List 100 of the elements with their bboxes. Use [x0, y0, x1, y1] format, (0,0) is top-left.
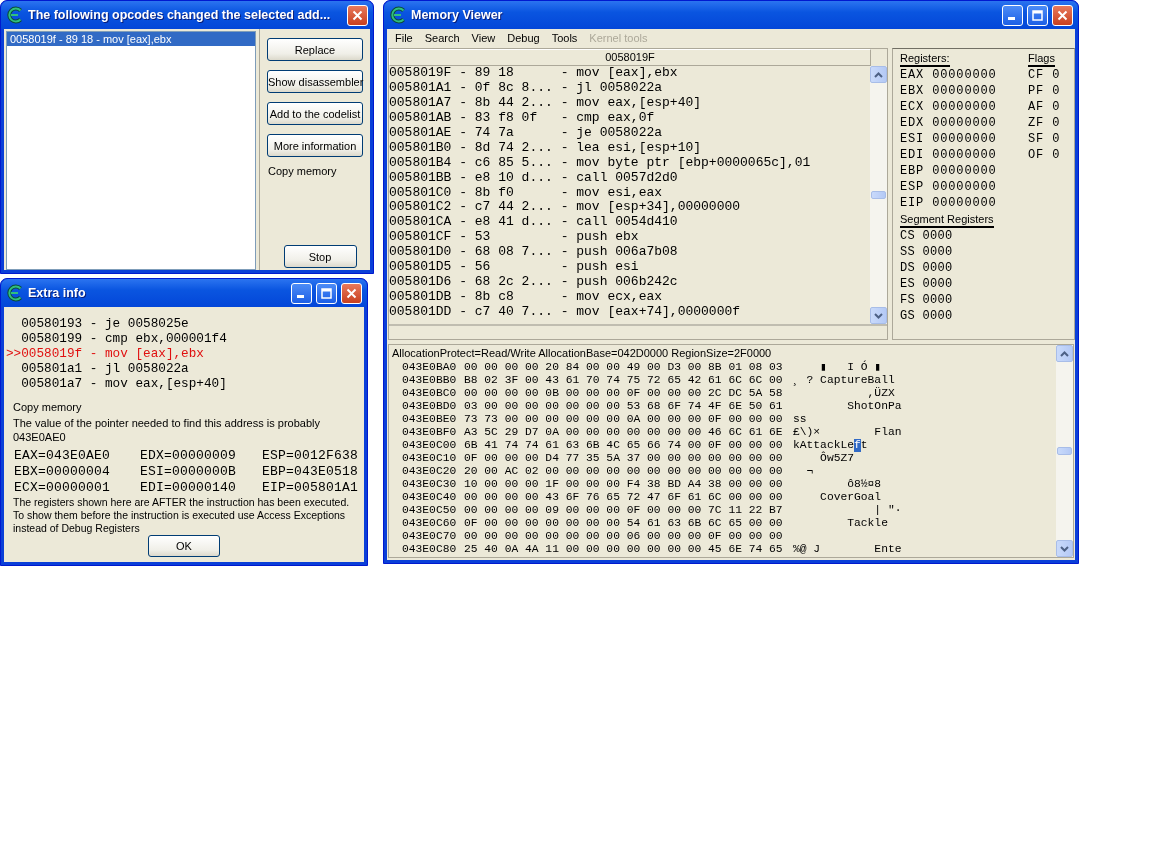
- action-button[interactable]: Replace: [267, 38, 363, 61]
- hex-address: 043E0BA0: [401, 361, 458, 374]
- register-value: ESP 00000000: [900, 179, 998, 195]
- hex-bytes: 00 00 00 00 43 6F 76 65 72 47 6F 61 6C 00 00 00: [464, 491, 784, 504]
- menu-item[interactable]: View: [465, 31, 502, 44]
- disassembly-line[interactable]: 005801C0 - 8b f0 - mov esi,eax: [389, 185, 870, 201]
- hex-bytes: A3 5C 29 D7 0A 00 00 00 00 00 00 00 46 6C 61 6E: [464, 426, 784, 439]
- register-value: ECX=00000001: [14, 480, 111, 495]
- hex-address: 043E0C60: [401, 517, 458, 530]
- flag-value: CF 0: [1028, 67, 1062, 83]
- scrollbar-thumb[interactable]: [1057, 447, 1072, 455]
- maximize-icon: [1032, 9, 1043, 21]
- scroll-down-button[interactable]: [870, 307, 887, 324]
- copy-memory-label: Copy memory: [13, 400, 83, 414]
- scrollbar[interactable]: [870, 66, 887, 324]
- minimize-icon: [1007, 17, 1015, 20]
- disassembly-line[interactable]: 005801BB - e8 10 d... - call 0057d2d0: [389, 170, 870, 186]
- disassembly-line[interactable]: 005801AB - 83 f8 0f - cmp eax,0f: [389, 110, 870, 126]
- disassembly-line[interactable]: 0058019F - 89 18 - mov [eax],ebx: [389, 66, 870, 81]
- hex-address: 043E0C10: [401, 452, 458, 465]
- disassembly-line[interactable]: 005801A7 - 8b 44 2... - mov eax,[esp+40]: [389, 95, 870, 111]
- register-value: GS 0000: [900, 308, 954, 324]
- register-value: EDX=00000009: [140, 448, 237, 463]
- minimize-button[interactable]: [1002, 4, 1023, 26]
- column-header: 0058019F: [389, 49, 871, 66]
- disassembly-line[interactable]: 005801B4 - c6 85 5... - mov byte ptr [ebp+0000065c],01: [389, 155, 870, 171]
- menu-item[interactable]: File: [389, 31, 419, 44]
- disassembly-line[interactable]: 005801AE - 74 7a - je 0058022a: [389, 125, 870, 141]
- hex-bytes: 73 73 00 00 00 00 00 00 0A 00 00 00 0F 00 00 00: [464, 413, 784, 426]
- close-button[interactable]: [1052, 4, 1073, 26]
- disassembly-line[interactable]: 005801D5 - 56 - push esi: [389, 260, 870, 276]
- app-logo-icon: [6, 6, 24, 24]
- register-value: EAX=043E0AE0: [14, 448, 111, 463]
- disassembly-line[interactable]: 005801B0 - 8d 74 2... - lea esi,[esp+10]: [389, 140, 870, 156]
- hex-bytes: 25 40 0A 4A 11 00 00 00 00 00 00 00 45 6E 74 65: [464, 543, 784, 556]
- region-info: AllocationProtect=Read/Write AllocationBase=042D0000 RegionSize=2F0000: [392, 347, 773, 361]
- flag-value: SF 0: [1028, 131, 1062, 147]
- minimize-button[interactable]: [291, 282, 312, 304]
- scroll-up-button[interactable]: [1056, 345, 1073, 362]
- close-icon: [1057, 9, 1068, 21]
- hex-bytes: 0F 00 00 00 D4 77 35 5A 37 00 00 00 00 00 00 00: [464, 452, 784, 465]
- ascii-text: CoverGoal: [819, 491, 882, 504]
- scrollbar-thumb[interactable]: [871, 191, 886, 199]
- action-button[interactable]: More information: [267, 134, 363, 157]
- register-value: EBX 00000000: [900, 83, 998, 99]
- hex-address: 043E0C30: [401, 478, 458, 491]
- register-value: ESI 00000000: [900, 131, 998, 147]
- app-logo-icon: [389, 6, 407, 24]
- stop-button[interactable]: Stop: [283, 245, 357, 268]
- disassembly-line[interactable]: 005801A1 - 0f 8c 8... - jl 0058022a: [389, 80, 870, 96]
- ok-button[interactable]: OK: [148, 535, 220, 557]
- disassembly-line[interactable]: 005801CF - 53 - push ebx: [389, 230, 870, 246]
- pointer-note: The value of the pointer needed to find this address is probably: [13, 416, 321, 430]
- scrollbar[interactable]: [1056, 345, 1073, 557]
- code-line: 00580199 - cmp ebx,000001f4: [20, 331, 228, 346]
- disassembly-line[interactable]: 005801DB - 8b c8 - mov ecx,eax: [389, 290, 870, 305]
- disassembly-line[interactable]: 005801CA - e8 41 d... - call 0054d410: [389, 215, 870, 231]
- menu-item[interactable]: Tools: [545, 31, 584, 44]
- menu-item[interactable]: Debug: [501, 31, 546, 44]
- code-line: 005801a1 - jl 0058022a: [20, 361, 190, 376]
- window-title: The following opcodes changed the selected add...: [28, 8, 332, 22]
- hex-address: 043E0BB0: [401, 374, 458, 387]
- selected-char[interactable]: f: [854, 439, 861, 452]
- hex-address: 043E0C00: [401, 439, 458, 452]
- disassembly-line[interactable]: 005801C2 - c7 44 2... - mov [esp+34],00000000: [389, 200, 870, 216]
- ascii-text: t: [860, 439, 868, 452]
- disassembly-line[interactable]: 005801DD - c7 40 7... - mov [eax+74],0000000f: [389, 305, 870, 320]
- close-button[interactable]: [341, 282, 362, 304]
- pointer-value: 043E0AE0: [13, 430, 67, 444]
- hex-bytes: 03 00 00 00 00 00 00 00 53 68 6F 74 4F 6E 50 61: [464, 400, 784, 413]
- maximize-button[interactable]: [316, 282, 337, 304]
- register-value: EDX 00000000: [900, 115, 998, 131]
- ascii-text: Ôw5Z7: [819, 452, 854, 465]
- ascii-text: £\)× Flan: [793, 426, 902, 439]
- hex-address: 043E0C80: [401, 543, 458, 556]
- scroll-up-button[interactable]: [870, 66, 887, 83]
- hex-bytes: 00 00 00 00 0B 00 00 00 0F 00 00 00 2C DC 5A 58: [464, 387, 784, 400]
- hex-bytes: 20 00 AC 02 00 00 00 00 00 00 00 00 00 00 00 00: [464, 465, 784, 478]
- close-icon: [352, 9, 363, 21]
- register-value: EAX 00000000: [900, 67, 998, 83]
- close-button[interactable]: [347, 4, 368, 26]
- menu-item[interactable]: Search: [418, 31, 466, 44]
- flag-value: OF 0: [1028, 147, 1062, 163]
- hex-address: 043E0BC0: [401, 387, 458, 400]
- registers-note: The registers shown here are AFTER the instruction has been executed. To show them before the instruction is executed use Access Exceptions instead of Debug Registers: [13, 496, 351, 535]
- disassembly-line[interactable]: 005801D0 - 68 08 7... - push 006a7b08: [389, 245, 870, 261]
- flag-value: ZF 0: [1028, 115, 1062, 131]
- close-icon: [346, 287, 357, 299]
- ascii-text: ▮ I Ó ▮: [819, 361, 882, 374]
- hex-address: 043E0C70: [401, 530, 458, 543]
- maximize-button[interactable]: [1027, 4, 1048, 26]
- ascii-text: ¸ ? CaptureBall: [793, 374, 895, 387]
- hex-bytes: 00 00 00 00 00 00 00 00 06 00 00 00 0F 00 00 00: [464, 530, 784, 543]
- hex-address: 043E0C50: [401, 504, 458, 517]
- action-button[interactable]: Add to the codelist: [267, 102, 363, 125]
- code-line: 005801a7 - mov eax,[esp+40]: [20, 376, 228, 391]
- scroll-down-button[interactable]: [1056, 540, 1073, 557]
- disassembly-line[interactable]: 005801D6 - 68 2c 2... - push 006b242c: [389, 275, 870, 291]
- register-value: DS 0000: [900, 260, 954, 276]
- list-item[interactable]: 0058019f - 89 18 - mov [eax],ebx: [7, 32, 255, 46]
